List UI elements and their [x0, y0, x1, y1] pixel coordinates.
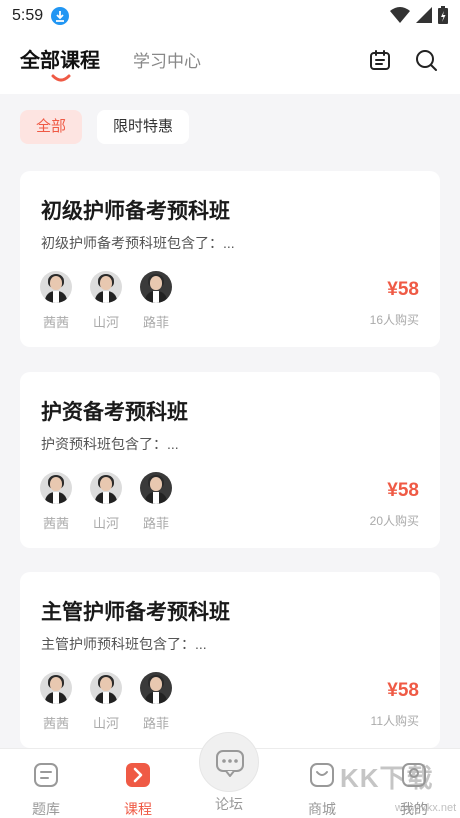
course-price: ¥58	[387, 480, 419, 501]
tab-all-courses[interactable]: 全部课程	[20, 44, 100, 73]
buyer-count: 16人购买	[369, 313, 419, 327]
course-card[interactable]: 初级护师备考预科班 初级护师备考预科班包含了：... 茜茜 山河 路菲 ¥58 …	[20, 171, 440, 347]
teacher-name: 山河	[92, 315, 119, 330]
wifi-icon	[390, 7, 410, 23]
forum-icon	[216, 750, 244, 777]
teacher[interactable]: 茜茜	[40, 271, 72, 331]
avatar	[90, 271, 122, 303]
avatar	[90, 672, 122, 704]
teacher-name: 路菲	[142, 516, 169, 531]
teacher[interactable]: 路菲	[140, 271, 172, 331]
tab-indicator	[51, 74, 71, 82]
teacher[interactable]: 路菲	[140, 672, 172, 732]
buyer-count: 20人购买	[369, 514, 419, 528]
nav-label-forum[interactable]: 论坛	[199, 794, 259, 814]
course-description: 护资预科班包含了：...	[41, 436, 179, 452]
avatar	[140, 271, 172, 303]
filter-chip-all[interactable]: 全部	[20, 110, 82, 144]
avatar	[40, 472, 72, 504]
teacher[interactable]: 山河	[90, 472, 122, 532]
nav-label: 商城	[308, 801, 336, 817]
course-title: 主管护师备考预科班	[41, 601, 230, 624]
avatar	[40, 271, 72, 303]
course-card[interactable]: 护资备考预科班 护资预科班包含了：... 茜茜 山河 路菲 ¥58 20人购买	[20, 372, 440, 548]
status-time: 5:59	[12, 7, 44, 24]
course-card[interactable]: 主管护师备考预科班 主管护师预科班包含了：... 茜茜 山河 路菲 ¥58 11…	[20, 572, 440, 748]
filter-chip-limited-offer[interactable]: 限时特惠	[97, 110, 189, 144]
course-price: ¥58	[387, 279, 419, 300]
watermark-url: www.kkx.net	[395, 802, 457, 814]
battery-icon	[438, 6, 448, 24]
course-description: 主管护师预科班包含了：...	[41, 636, 207, 652]
nav-label: 课程	[124, 801, 152, 817]
teacher-name: 山河	[92, 516, 119, 531]
course-price: ¥58	[387, 680, 419, 701]
course-title: 初级护师备考预科班	[41, 200, 230, 223]
course-description: 初级护师备考预科班包含了：...	[41, 235, 235, 251]
nav-item-forum[interactable]	[199, 732, 259, 792]
teacher-name: 路菲	[142, 716, 169, 731]
signal-icon	[416, 7, 432, 23]
question-bank-icon	[34, 763, 58, 787]
teacher[interactable]: 茜茜	[40, 672, 72, 732]
nav-item-courses[interactable]: 课程	[108, 761, 168, 818]
mall-icon	[310, 763, 334, 787]
nav-label: 题库	[32, 801, 60, 817]
status-bar: 5:59	[0, 0, 460, 32]
avatar	[140, 472, 172, 504]
teacher-name: 茜茜	[42, 315, 69, 330]
calendar-icon[interactable]	[368, 48, 392, 72]
status-icons	[390, 6, 448, 24]
teacher-name: 茜茜	[42, 516, 69, 531]
avatar	[140, 672, 172, 704]
teacher-name: 山河	[92, 716, 119, 731]
teacher-name: 茜茜	[42, 716, 69, 731]
teacher[interactable]: 路菲	[140, 472, 172, 532]
search-icon[interactable]	[414, 48, 438, 72]
avatar	[40, 672, 72, 704]
avatar	[90, 472, 122, 504]
teacher[interactable]: 茜茜	[40, 472, 72, 532]
teacher-name: 路菲	[142, 315, 169, 330]
watermark: KK下载	[340, 763, 434, 793]
courses-icon	[126, 763, 150, 787]
download-icon	[51, 7, 70, 25]
filter-row: 全部 限时特惠	[0, 94, 460, 160]
buyer-count: 11人购买	[370, 714, 419, 728]
header: 全部课程 学习中心	[0, 32, 460, 94]
tab-learning-center[interactable]: 学习中心	[133, 47, 201, 72]
course-title: 护资备考预科班	[41, 401, 188, 424]
nav-item-question-bank[interactable]: 题库	[16, 761, 76, 818]
teacher[interactable]: 山河	[90, 271, 122, 331]
teacher[interactable]: 山河	[90, 672, 122, 732]
